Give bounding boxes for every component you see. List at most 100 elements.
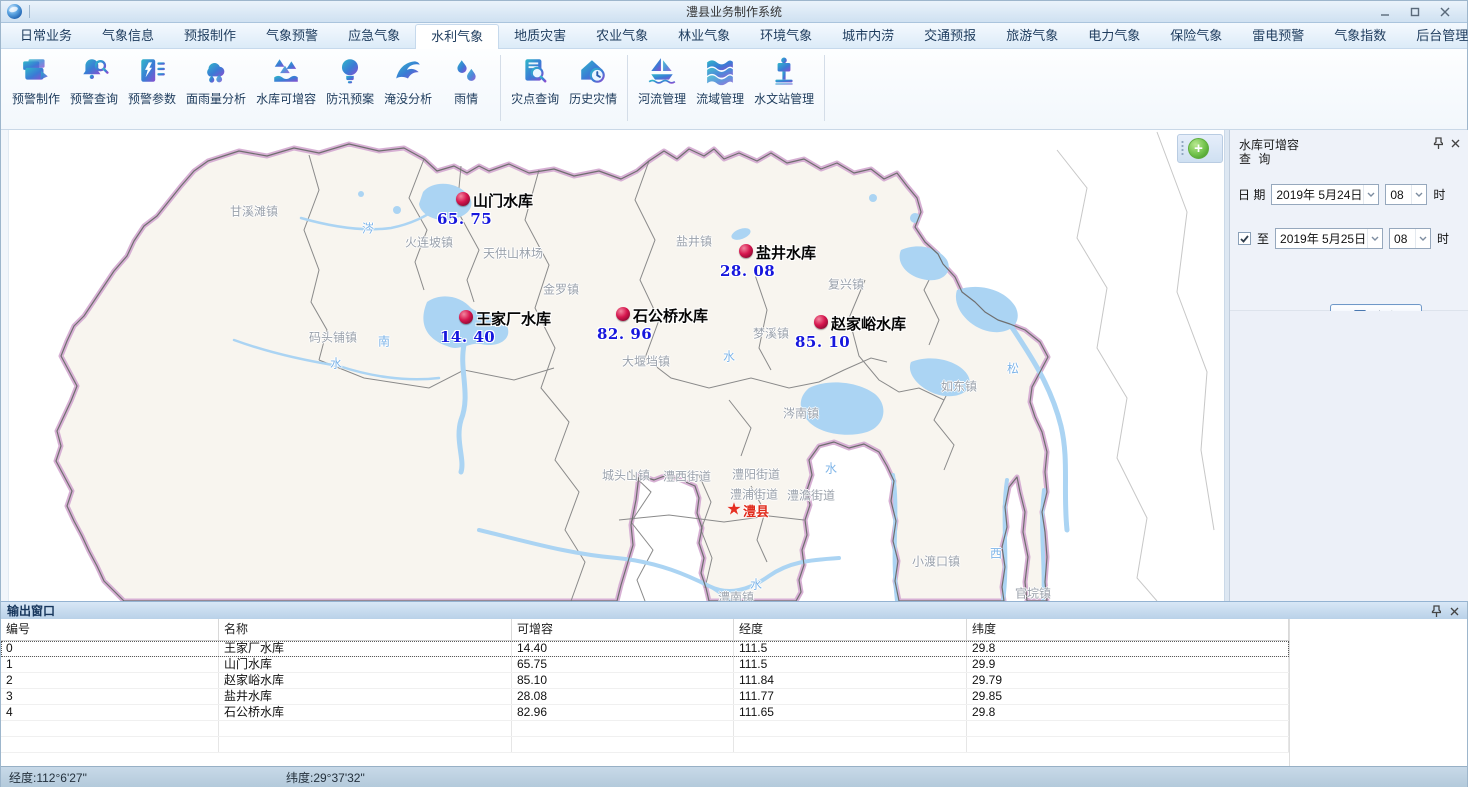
output-table: 编号名称可增容经度纬度 0王家厂水库14.40111.529.81山门水库65.… [1,619,1467,766]
reservoir-marker-石公桥水库[interactable] [616,307,630,321]
menu-item-交通预报[interactable]: 交通预报 [909,23,991,48]
table-cell [734,737,967,752]
tool-button-水库可增容[interactable]: 水库可增容 [251,55,321,107]
menu-item-后台管理[interactable]: 后台管理 [1401,23,1468,48]
warning-params-icon [136,55,168,87]
drag-handle-icon[interactable] [1181,140,1184,157]
table-cell: 29.8 [967,641,1289,656]
toolbar: 预警制作预警查询预警参数面雨量分析水库可增容防汛预案淹没分析雨情灾点查询历史灾情… [1,49,1467,130]
tool-button-历史灾情[interactable]: 历史灾情 [564,55,622,107]
column-header-编号[interactable]: 编号 [1,619,219,640]
tool-button-label: 淹没分析 [384,90,432,107]
table-cell: 111.84 [734,673,967,688]
output-window: 输出窗口 编号名称可增容经度纬度 0王家厂水库14.40111.529.81山门… [1,601,1467,766]
menu-item-水利气象[interactable]: 水利气象 [415,24,499,49]
tool-button-流域管理[interactable]: 流域管理 [691,55,749,107]
output-row-empty [1,721,1289,737]
tool-button-面雨量分析[interactable]: 面雨量分析 [181,55,251,107]
column-header-经度[interactable]: 经度 [734,619,967,640]
tool-button-雨情[interactable]: 雨情 [437,55,495,107]
tool-button-河流管理[interactable]: 河流管理 [633,55,691,107]
tool-button-label: 流域管理 [696,90,744,107]
column-header-可增容[interactable]: 可增容 [512,619,734,640]
zoom-in-button[interactable]: + [1188,138,1209,159]
menu-item-地质灾害[interactable]: 地质灾害 [499,23,581,48]
menu-item-电力气象[interactable]: 电力气象 [1073,23,1155,48]
menu-item-气象预警[interactable]: 气象预警 [251,23,333,48]
close-button[interactable] [1437,5,1453,19]
table-cell: 4 [1,705,219,720]
table-cell: 85.10 [512,673,734,688]
table-cell: 王家厂水库 [219,641,512,656]
table-cell [512,737,734,752]
output-row-4[interactable]: 4石公桥水库82.96111.6529.8 [1,705,1289,721]
output-row-1[interactable]: 1山门水库65.75111.529.9 [1,657,1289,673]
menu-item-雷电预警[interactable]: 雷电预警 [1237,23,1319,48]
end-date-select[interactable]: 2019年 5月25日 [1275,228,1383,249]
cloud-rain-icon [200,55,232,87]
map-area[interactable]: 甘溪滩镇火连坡镇天供山林场金罗镇盐井镇复兴镇梦溪镇码头铺镇大堰垱镇涔南镇城头山镇… [9,130,1224,601]
output-row-2[interactable]: 2赵家峪水库85.10111.8429.79 [1,673,1289,689]
tool-button-防汛预案[interactable]: 防汛预案 [321,55,379,107]
close-icon[interactable] [1450,605,1459,619]
column-header-名称[interactable]: 名称 [219,619,512,640]
menu-item-保险气象[interactable]: 保险气象 [1155,23,1237,48]
output-row-0[interactable]: 0王家厂水库14.40111.529.8 [1,641,1289,657]
bell-search-icon [78,55,110,87]
hydro-station-icon [768,55,800,87]
tool-button-label: 预警制作 [12,90,60,107]
menu-item-城市内涝[interactable]: 城市内涝 [827,23,909,48]
table-cell: 29.79 [967,673,1289,688]
panel-section-label: 查 询 [1239,150,1272,167]
menu-item-农业气象[interactable]: 农业气象 [581,23,663,48]
tool-button-预警制作[interactable]: 预警制作 [7,55,65,107]
left-gutter [1,130,9,601]
table-cell: 2 [1,673,219,688]
table-cell: 14.40 [512,641,734,656]
start-date-select[interactable]: 2019年 5月24日 [1271,184,1379,205]
chevron-down-icon [1363,185,1378,204]
flood-wave-icon [392,55,424,87]
app-window: 澧县业务制作系统 日常业务气象信息预报制作气象预警应急气象水利气象地质灾害农业气… [0,0,1468,787]
menu-item-气象信息[interactable]: 气象信息 [87,23,169,48]
menu-item-预报制作[interactable]: 预报制作 [169,23,251,48]
tool-button-灾点查询[interactable]: 灾点查询 [506,55,564,107]
toolbar-separator [500,55,501,121]
tool-button-水文站管理[interactable]: 水文站管理 [749,55,819,107]
menu-item-旅游气象[interactable]: 旅游气象 [991,23,1073,48]
reservoir-marker-盐井水库[interactable] [739,244,753,258]
reservoir-marker-赵家峪水库[interactable] [814,315,828,329]
output-row-empty [1,737,1289,753]
table-cell [219,721,512,736]
menu-item-应急气象[interactable]: 应急气象 [333,23,415,48]
restore-button[interactable] [1407,5,1423,19]
disaster-search-icon [519,55,551,87]
end-hour-select[interactable]: 08 [1389,228,1431,249]
output-row-3[interactable]: 3盐井水库28.08111.7729.85 [1,689,1289,705]
tool-button-预警查询[interactable]: 预警查询 [65,55,123,107]
bulb-icon [334,55,366,87]
chevron-down-icon [1411,185,1426,204]
tool-button-预警参数[interactable]: 预警参数 [123,55,181,107]
close-icon[interactable] [1451,137,1460,151]
table-cell: 3 [1,689,219,704]
reservoir-marker-山门水库[interactable] [456,192,470,206]
menu-item-环境气象[interactable]: 环境气象 [745,23,827,48]
column-header-纬度[interactable]: 纬度 [967,619,1289,640]
history-house-icon [577,55,609,87]
tool-button-label: 预警参数 [128,90,176,107]
menu-item-林业气象[interactable]: 林业气象 [663,23,745,48]
table-cell [1,721,219,736]
to-checkbox[interactable] [1238,232,1251,245]
table-cell: 65.75 [512,657,734,672]
menu-item-气象指数[interactable]: 气象指数 [1319,23,1401,48]
reservoir-marker-王家厂水库[interactable] [459,310,473,324]
start-hour-select[interactable]: 08 [1385,184,1427,205]
panel-empty-area [1230,311,1468,601]
menu-item-日常业务[interactable]: 日常业务 [5,23,87,48]
tool-button-淹没分析[interactable]: 淹没分析 [379,55,437,107]
minimize-button[interactable] [1377,5,1393,19]
tool-button-label: 灾点查询 [511,90,559,107]
pin-icon[interactable] [1433,137,1443,153]
table-cell: 赵家峪水库 [219,673,512,688]
